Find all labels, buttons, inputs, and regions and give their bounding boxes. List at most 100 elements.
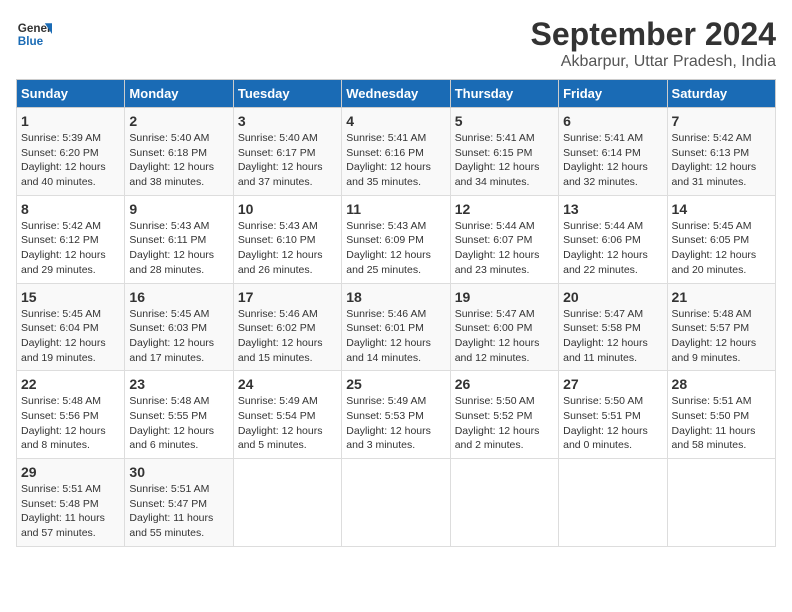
day-info: Sunrise: 5:51 AM Sunset: 5:50 PM Dayligh… — [672, 394, 771, 453]
day-number: 14 — [672, 201, 771, 217]
day-info: Sunrise: 5:43 AM Sunset: 6:11 PM Dayligh… — [129, 219, 228, 278]
day-info: Sunrise: 5:43 AM Sunset: 6:09 PM Dayligh… — [346, 219, 445, 278]
calendar-cell: 15Sunrise: 5:45 AM Sunset: 6:04 PM Dayli… — [17, 283, 125, 371]
header-day-saturday: Saturday — [667, 80, 775, 108]
page-title: September 2024 — [531, 16, 776, 53]
day-number: 29 — [21, 464, 120, 480]
day-number: 3 — [238, 113, 337, 129]
calendar-cell — [450, 459, 558, 547]
week-row-3: 15Sunrise: 5:45 AM Sunset: 6:04 PM Dayli… — [17, 283, 776, 371]
day-number: 8 — [21, 201, 120, 217]
day-info: Sunrise: 5:41 AM Sunset: 6:16 PM Dayligh… — [346, 131, 445, 190]
calendar-cell: 2 Sunrise: 5:40 AM Sunset: 6:18 PM Daylig… — [125, 108, 233, 196]
week-row-1: 1 Sunrise: 5:39 AM Sunset: 6:20 PM Daylig… — [17, 108, 776, 196]
calendar-cell: 5Sunrise: 5:41 AM Sunset: 6:15 PM Daylig… — [450, 108, 558, 196]
calendar-cell: 18Sunrise: 5:46 AM Sunset: 6:01 PM Dayli… — [342, 283, 450, 371]
calendar-cell: 13 Sunrise: 5:44 AM Sunset: 6:06 PM Dayli… — [559, 195, 667, 283]
calendar-cell: 19 Sunrise: 5:47 AM Sunset: 6:00 PM Dayli… — [450, 283, 558, 371]
day-info: Sunrise: 5:49 AM Sunset: 5:53 PM Dayligh… — [346, 394, 445, 453]
header-row: SundayMondayTuesdayWednesdayThursdayFrid… — [17, 80, 776, 108]
day-number: 30 — [129, 464, 228, 480]
calendar-cell: 1 Sunrise: 5:39 AM Sunset: 6:20 PM Daylig… — [17, 108, 125, 196]
logo-icon: General Blue — [16, 16, 52, 52]
calendar-cell: 12 Sunrise: 5:44 AM Sunset: 6:07 PM Dayli… — [450, 195, 558, 283]
day-number: 23 — [129, 376, 228, 392]
page-subtitle: Akbarpur, Uttar Pradesh, India — [531, 53, 776, 71]
day-info: Sunrise: 5:45 AM Sunset: 6:04 PM Dayligh… — [21, 307, 120, 366]
calendar-cell: 16 Sunrise: 5:45 AM Sunset: 6:03 PM Dayli… — [125, 283, 233, 371]
header-day-monday: Monday — [125, 80, 233, 108]
calendar-cell — [559, 459, 667, 547]
day-info: Sunrise: 5:50 AM Sunset: 5:52 PM Dayligh… — [455, 394, 554, 453]
day-info: Sunrise: 5:48 AM Sunset: 5:57 PM Dayligh… — [672, 307, 771, 366]
day-info: Sunrise: 5:51 AM Sunset: 5:47 PM Dayligh… — [129, 482, 228, 541]
header-day-wednesday: Wednesday — [342, 80, 450, 108]
calendar-cell — [233, 459, 341, 547]
day-info: Sunrise: 5:51 AM Sunset: 5:48 PM Dayligh… — [21, 482, 120, 541]
calendar-cell: 10 Sunrise: 5:43 AM Sunset: 6:10 PM Dayli… — [233, 195, 341, 283]
day-number: 20 — [563, 289, 662, 305]
calendar-cell: 22 Sunrise: 5:48 AM Sunset: 5:56 PM Dayli… — [17, 371, 125, 459]
calendar-cell: 7Sunrise: 5:42 AM Sunset: 6:13 PM Daylig… — [667, 108, 775, 196]
day-info: Sunrise: 5:44 AM Sunset: 6:07 PM Dayligh… — [455, 219, 554, 278]
day-number: 12 — [455, 201, 554, 217]
calendar-cell: 20Sunrise: 5:47 AM Sunset: 5:58 PM Dayli… — [559, 283, 667, 371]
svg-text:Blue: Blue — [18, 35, 44, 48]
day-number: 19 — [455, 289, 554, 305]
calendar-cell: 14 Sunrise: 5:45 AM Sunset: 6:05 PM Dayli… — [667, 195, 775, 283]
day-number: 4 — [346, 113, 445, 129]
day-info: Sunrise: 5:43 AM Sunset: 6:10 PM Dayligh… — [238, 219, 337, 278]
day-number: 28 — [672, 376, 771, 392]
calendar-table: SundayMondayTuesdayWednesdayThursdayFrid… — [16, 79, 776, 547]
day-info: Sunrise: 5:45 AM Sunset: 6:03 PM Dayligh… — [129, 307, 228, 366]
day-number: 26 — [455, 376, 554, 392]
day-number: 22 — [21, 376, 120, 392]
calendar-cell — [342, 459, 450, 547]
calendar-cell: 17 Sunrise: 5:46 AM Sunset: 6:02 PM Dayli… — [233, 283, 341, 371]
day-number: 6 — [563, 113, 662, 129]
calendar-cell: 8 Sunrise: 5:42 AM Sunset: 6:12 PM Daylig… — [17, 195, 125, 283]
day-info: Sunrise: 5:48 AM Sunset: 5:55 PM Dayligh… — [129, 394, 228, 453]
calendar-cell: 30 Sunrise: 5:51 AM Sunset: 5:47 PM Dayli… — [125, 459, 233, 547]
day-info: Sunrise: 5:46 AM Sunset: 6:02 PM Dayligh… — [238, 307, 337, 366]
day-number: 13 — [563, 201, 662, 217]
day-number: 1 — [21, 113, 120, 129]
calendar-cell: 6Sunrise: 5:41 AM Sunset: 6:14 PM Daylig… — [559, 108, 667, 196]
day-number: 7 — [672, 113, 771, 129]
calendar-cell: 23 Sunrise: 5:48 AM Sunset: 5:55 PM Dayli… — [125, 371, 233, 459]
day-number: 17 — [238, 289, 337, 305]
calendar-body: 1 Sunrise: 5:39 AM Sunset: 6:20 PM Daylig… — [17, 108, 776, 547]
day-info: Sunrise: 5:44 AM Sunset: 6:06 PM Dayligh… — [563, 219, 662, 278]
week-row-5: 29 Sunrise: 5:51 AM Sunset: 5:48 PM Dayli… — [17, 459, 776, 547]
calendar-cell: 29 Sunrise: 5:51 AM Sunset: 5:48 PM Dayli… — [17, 459, 125, 547]
day-info: Sunrise: 5:42 AM Sunset: 6:12 PM Dayligh… — [21, 219, 120, 278]
week-row-2: 8 Sunrise: 5:42 AM Sunset: 6:12 PM Daylig… — [17, 195, 776, 283]
title-area: September 2024 Akbarpur, Uttar Pradesh, … — [531, 16, 776, 71]
header: General Blue September 2024 Akbarpur, Ut… — [16, 16, 776, 71]
day-info: Sunrise: 5:46 AM Sunset: 6:01 PM Dayligh… — [346, 307, 445, 366]
day-info: Sunrise: 5:39 AM Sunset: 6:20 PM Dayligh… — [21, 131, 120, 190]
day-number: 10 — [238, 201, 337, 217]
day-number: 21 — [672, 289, 771, 305]
day-info: Sunrise: 5:50 AM Sunset: 5:51 PM Dayligh… — [563, 394, 662, 453]
day-number: 24 — [238, 376, 337, 392]
day-info: Sunrise: 5:45 AM Sunset: 6:05 PM Dayligh… — [672, 219, 771, 278]
calendar-cell: 9 Sunrise: 5:43 AM Sunset: 6:11 PM Daylig… — [125, 195, 233, 283]
calendar-cell: 27Sunrise: 5:50 AM Sunset: 5:51 PM Dayli… — [559, 371, 667, 459]
calendar-cell: 26 Sunrise: 5:50 AM Sunset: 5:52 PM Dayli… — [450, 371, 558, 459]
header-day-tuesday: Tuesday — [233, 80, 341, 108]
calendar-cell: 4 Sunrise: 5:41 AM Sunset: 6:16 PM Daylig… — [342, 108, 450, 196]
day-info: Sunrise: 5:48 AM Sunset: 5:56 PM Dayligh… — [21, 394, 120, 453]
day-info: Sunrise: 5:47 AM Sunset: 6:00 PM Dayligh… — [455, 307, 554, 366]
day-number: 16 — [129, 289, 228, 305]
header-day-friday: Friday — [559, 80, 667, 108]
calendar-cell: 11Sunrise: 5:43 AM Sunset: 6:09 PM Dayli… — [342, 195, 450, 283]
day-number: 9 — [129, 201, 228, 217]
calendar-cell: 3Sunrise: 5:40 AM Sunset: 6:17 PM Daylig… — [233, 108, 341, 196]
header-day-sunday: Sunday — [17, 80, 125, 108]
day-number: 5 — [455, 113, 554, 129]
day-info: Sunrise: 5:40 AM Sunset: 6:18 PM Dayligh… — [129, 131, 228, 190]
week-row-4: 22 Sunrise: 5:48 AM Sunset: 5:56 PM Dayli… — [17, 371, 776, 459]
day-number: 2 — [129, 113, 228, 129]
calendar-header: SundayMondayTuesdayWednesdayThursdayFrid… — [17, 80, 776, 108]
